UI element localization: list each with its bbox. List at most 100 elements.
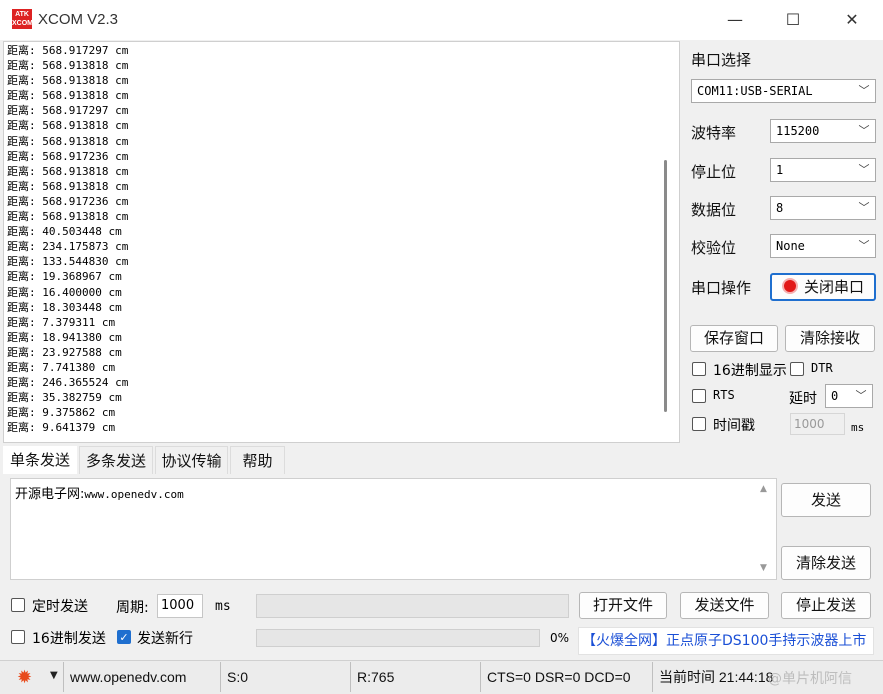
- stop-send-button[interactable]: 停止发送: [781, 592, 871, 619]
- minimize-button[interactable]: —: [712, 8, 758, 32]
- tab-multi-send[interactable]: 多条发送: [79, 446, 153, 474]
- parity-select[interactable]: None ﹀: [770, 234, 876, 258]
- receive-line: 距离: 568.913818 cm: [7, 119, 129, 133]
- settings-gear-icon[interactable]: ✹: [17, 667, 32, 688]
- hex-send-checkbox[interactable]: [11, 630, 25, 644]
- timestamp-label: 时间戳: [713, 418, 755, 434]
- scroll-down-icon[interactable]: ▼: [760, 563, 767, 573]
- dtr-label: DTR: [811, 361, 833, 375]
- close-button[interactable]: ✕: [829, 8, 875, 32]
- chevron-down-icon: ﹀: [858, 124, 870, 137]
- receive-line: 距离: 9.375862 cm: [7, 406, 116, 420]
- period-unit: ms: [215, 599, 231, 614]
- port-select-label: 串口选择: [691, 51, 752, 69]
- receive-line: 距离: 234.175873 cm: [7, 240, 129, 254]
- rts-label: RTS: [713, 388, 735, 402]
- parity-value: None: [776, 239, 805, 253]
- send-progress-percent: 0%: [550, 631, 570, 645]
- rts-checkbox[interactable]: [692, 389, 706, 403]
- hex-send-label: 16进制发送: [32, 631, 106, 647]
- hex-display-checkbox[interactable]: [692, 362, 706, 376]
- maximize-button[interactable]: ☐: [770, 8, 816, 32]
- receive-line: 距离: 7.741380 cm: [7, 360, 116, 374]
- chevron-down-icon: ﹀: [858, 201, 870, 214]
- send-newline-label: 发送新行: [137, 631, 193, 647]
- timestamp-input[interactable]: 1000: [790, 413, 845, 435]
- ad-link[interactable]: 【火爆全网】正点原子DS100手持示波器上市: [578, 627, 874, 655]
- open-file-button[interactable]: 打开文件: [579, 592, 667, 619]
- receive-line: 距离: 568.917236 cm: [7, 149, 129, 163]
- clear-receive-button[interactable]: 清除接收: [785, 325, 875, 352]
- receive-line: 距离: 18.941380 cm: [7, 330, 122, 344]
- parity-label: 校验位: [691, 239, 737, 257]
- tab-help[interactable]: 帮助: [230, 446, 285, 474]
- receive-line: 距离: 35.382759 cm: [7, 391, 122, 405]
- send-input-area[interactable]: 开源电子网:www.openedv.com: [10, 478, 777, 580]
- port-select-value: COM11:USB-SERIAL: [697, 84, 813, 98]
- port-operation-label: 串口操作: [691, 279, 752, 297]
- receive-line: 距离: 568.913818 cm: [7, 134, 129, 148]
- port-select[interactable]: COM11:USB-SERIAL ﹀: [691, 79, 876, 103]
- timed-send-checkbox[interactable]: [11, 598, 25, 612]
- stop-bits-label: 停止位: [691, 163, 737, 181]
- send-button[interactable]: 发送: [781, 483, 871, 517]
- status-line-signals: CTS=0 DSR=0 DCD=0: [480, 662, 650, 692]
- chevron-down-icon: ﹀: [858, 84, 870, 97]
- receive-line: 距离: 133.544830 cm: [7, 255, 129, 269]
- receive-line: 距离: 568.913818 cm: [7, 210, 129, 224]
- status-received-count: R:765: [350, 662, 478, 692]
- receive-area[interactable]: 距离: 568.917297 cm 距离: 568.913818 cm 距离: 56…: [3, 41, 680, 443]
- receive-line: 距离: 40.503448 cm: [7, 225, 122, 239]
- receive-line: 距离: 568.917297 cm: [7, 104, 129, 118]
- send-text: 开源电子网:www.openedv.com: [15, 483, 184, 502]
- timestamp-checkbox[interactable]: [692, 417, 706, 431]
- receive-line: 距离: 246.365524 cm: [7, 376, 129, 390]
- delay-label: 延时: [789, 391, 817, 407]
- send-file-button[interactable]: 发送文件: [680, 592, 769, 619]
- dropdown-arrow-icon[interactable]: ▼: [50, 670, 58, 681]
- scroll-up-icon[interactable]: ▲: [760, 484, 767, 494]
- file-path-field[interactable]: [256, 594, 569, 618]
- clear-send-button[interactable]: 清除发送: [781, 546, 871, 580]
- tab-single-send[interactable]: 单条发送: [3, 446, 77, 474]
- receive-line: 距离: 19.368967 cm: [7, 270, 122, 284]
- period-label: 周期:: [116, 600, 149, 616]
- close-port-label: 关闭串口: [803, 278, 864, 296]
- receive-text: 距离: 568.917297 cm 距离: 568.913818 cm 距离: 56…: [7, 43, 128, 435]
- window-title: XCOM V2.3: [38, 11, 119, 28]
- data-bits-value: 8: [776, 201, 784, 215]
- delay-value: 0: [831, 389, 839, 403]
- hex-display-label: 16进制显示: [713, 363, 787, 379]
- receive-scrollbar[interactable]: [664, 160, 667, 412]
- save-window-button[interactable]: 保存窗口: [690, 325, 778, 352]
- status-website[interactable]: www.openedv.com: [63, 662, 217, 692]
- send-newline-checkbox[interactable]: ✓: [117, 630, 131, 644]
- data-bits-label: 数据位: [691, 201, 737, 219]
- receive-line: 距离: 568.917236 cm: [7, 194, 129, 208]
- dtr-checkbox[interactable]: [790, 362, 804, 376]
- chevron-down-icon: ﹀: [858, 163, 870, 176]
- data-bits-select[interactable]: 8 ﹀: [770, 196, 876, 220]
- delay-select[interactable]: 0 ﹀: [825, 384, 873, 408]
- stop-bits-select[interactable]: 1 ﹀: [770, 158, 876, 182]
- receive-line: 距离: 568.917297 cm: [7, 44, 129, 57]
- send-progress-bar: [256, 629, 540, 647]
- receive-line: 距离: 9.641379 cm: [7, 421, 116, 435]
- tab-protocol[interactable]: 协议传输: [155, 446, 228, 474]
- timed-send-label: 定时发送: [32, 599, 88, 615]
- receive-line: 距离: 568.913818 cm: [7, 59, 129, 73]
- period-input[interactable]: 1000: [157, 594, 203, 618]
- timestamp-unit: ms: [851, 421, 865, 434]
- chevron-down-icon: ﹀: [858, 239, 870, 252]
- receive-line: 距离: 568.913818 cm: [7, 89, 129, 103]
- send-text-label: 开源电子网:: [15, 487, 85, 502]
- baud-select[interactable]: 115200 ﹀: [770, 119, 876, 143]
- send-text-url: www.openedv.com: [84, 488, 184, 501]
- port-open-indicator-icon: [781, 278, 798, 294]
- receive-line: 距离: 568.913818 cm: [7, 74, 129, 88]
- close-port-button[interactable]: 关闭串口: [770, 273, 876, 301]
- status-sent-count: S:0: [220, 662, 348, 692]
- chevron-down-icon: ﹀: [855, 389, 867, 402]
- receive-line: 距离: 7.379311 cm: [7, 315, 116, 329]
- watermark: @单片机阿信: [768, 671, 852, 687]
